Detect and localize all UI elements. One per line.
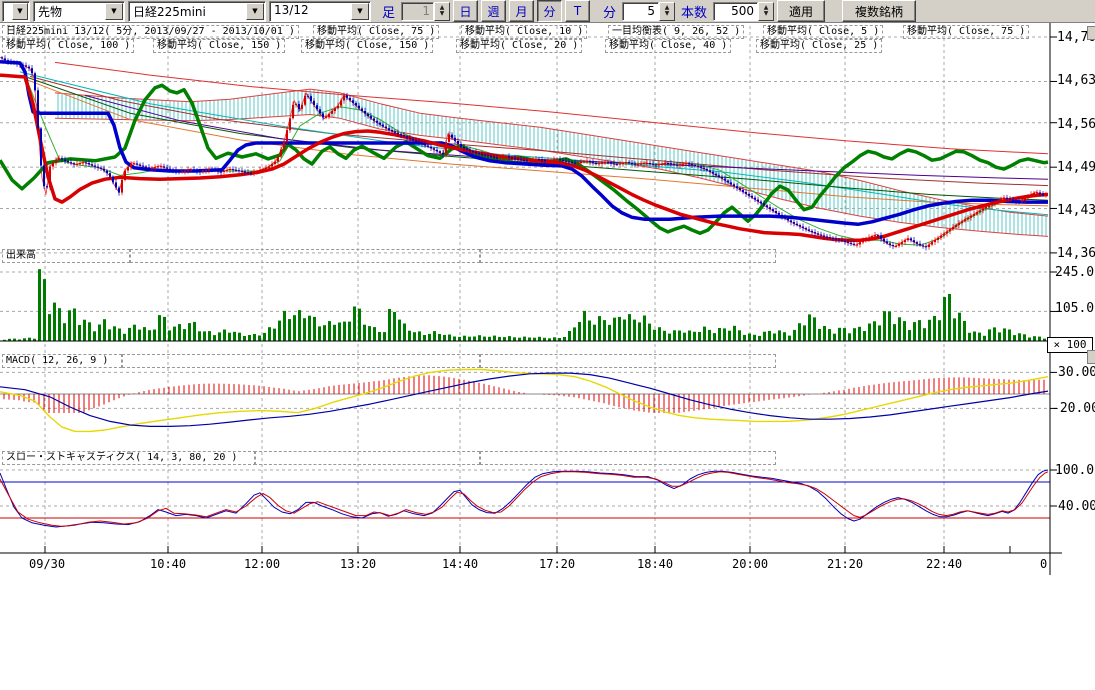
legend-ma75b: 移動平均( Close, 75 ) [903, 25, 1029, 39]
timeframe-stepper-value: 1 [401, 2, 434, 21]
spinner-arrows-icon[interactable]: ▲▼ [434, 2, 450, 21]
price-axis-label: 14,360 [1057, 247, 1095, 260]
mini-combobox[interactable]: ▼ [2, 1, 30, 22]
volume-axis-label: 245.00 [1055, 266, 1095, 279]
timeframe-label: 足 [382, 2, 395, 21]
chart-canvas[interactable] [0, 23, 1095, 577]
legend-ma10: 移動平均( Close, 10 ) [461, 25, 587, 39]
empty-legend-cell [480, 354, 776, 368]
price-axis-label: 14,565 [1057, 118, 1095, 131]
period-minute-button[interactable]: 分 [537, 0, 562, 22]
legend-ma25: 移動平均( Close, 25 ) [756, 39, 882, 53]
time-axis-label: 0 [1040, 558, 1047, 570]
period-month-button[interactable]: 月 [509, 0, 534, 22]
timeframe-stepper[interactable]: 1 ▲▼ [401, 2, 450, 21]
panel-resize-handle[interactable] [1087, 350, 1095, 364]
bar-count-stepper[interactable]: 500 ▲▼ [713, 2, 774, 21]
minute-stepper[interactable]: 5 ▲▼ [622, 2, 675, 21]
legend-ma150b: 移動平均( Close, 150 ) [301, 39, 433, 53]
apply-button[interactable]: 適用 [777, 0, 825, 22]
macd-axis-label: 30.00 [1058, 366, 1095, 379]
legend-chart-title: 日経225mini 13/12( 5分, 2013/09/27 - 2013/1… [2, 25, 299, 39]
volume-axis-label: 105.00 [1055, 302, 1095, 315]
price-axis-label: 14,430 [1057, 204, 1095, 217]
empty-legend-cell [480, 249, 776, 263]
legend-ma75: 移動平均( Close, 75 ) [313, 25, 439, 39]
empty-legend-cell [130, 249, 480, 263]
legend-ma20: 移動平均( Close, 20 ) [456, 39, 582, 53]
empty-legend-cell [480, 451, 776, 465]
market-combobox[interactable]: 先物 ▼ [33, 1, 125, 22]
spinner-arrows-icon[interactable]: ▲▼ [659, 2, 675, 21]
stoch-axis-label: 40.00 [1058, 500, 1095, 513]
empty-legend-cell [122, 354, 480, 368]
legend-ma100: 移動平均( Close, 100 ) [2, 39, 134, 53]
time-axis-label: 22:40 [926, 558, 962, 570]
volume-panel-label: 出来高 [2, 249, 130, 263]
chevron-down-icon[interactable]: ▼ [105, 3, 123, 20]
panel-resize-handle[interactable] [1087, 26, 1095, 40]
contract-combobox[interactable]: 13/12 ▼ [269, 1, 371, 22]
chevron-down-icon[interactable]: ▼ [246, 3, 264, 20]
period-tick-button[interactable]: T [565, 0, 590, 22]
minute-stepper-value: 5 [622, 2, 659, 21]
stoch-panel-label: スロー・ストキャスティクス( 14, 3, 80, 20 ) [2, 451, 256, 465]
legend-ma5: 移動平均( Close, 5 ) [763, 25, 883, 39]
minute-label: 分 [603, 2, 616, 21]
price-axis-label: 14,630 [1057, 74, 1095, 87]
time-axis-label: 20:00 [732, 558, 768, 570]
symbol-combobox-value: 日経225mini [129, 2, 245, 21]
bar-count-label: 本数 [681, 2, 707, 21]
time-axis-label: 10:40 [150, 558, 186, 570]
legend-ichimoku: 一目均衡表( 9, 26, 52 ) [608, 25, 744, 39]
multi-symbol-button[interactable]: 複数銘柄 [842, 0, 916, 22]
market-combobox-value: 先物 [34, 2, 104, 21]
chevron-down-icon[interactable]: ▼ [351, 3, 369, 20]
time-axis-label: 13:20 [340, 558, 376, 570]
time-axis-label: 21:20 [827, 558, 863, 570]
mini-combobox-value [3, 2, 11, 21]
time-axis-label: 09/30 [29, 558, 65, 570]
time-axis-label: 17:20 [539, 558, 575, 570]
price-axis-label: 14,495 [1057, 161, 1095, 174]
trading-chart-window: ▼ 先物 ▼ 日経225mini ▼ 13/12 ▼ 足 1 ▲▼ 日 週 月 … [0, 0, 1095, 690]
legend-ma40: 移動平均( Close, 40 ) [605, 39, 731, 53]
macd-panel-label: MACD( 12, 26, 9 ) [2, 354, 122, 368]
time-axis-label: 14:40 [442, 558, 478, 570]
legend-ma150: 移動平均( Close, 150 ) [153, 39, 285, 53]
stoch-axis-label: 100.00 [1055, 464, 1095, 477]
symbol-combobox[interactable]: 日経225mini ▼ [128, 1, 266, 22]
time-axis-label: 12:00 [244, 558, 280, 570]
contract-combobox-value: 13/12 [270, 2, 350, 21]
toolbar: ▼ 先物 ▼ 日経225mini ▼ 13/12 ▼ 足 1 ▲▼ 日 週 月 … [0, 0, 1095, 23]
period-day-button[interactable]: 日 [453, 0, 478, 22]
time-axis-label: 18:40 [637, 558, 673, 570]
chevron-down-icon[interactable]: ▼ [12, 3, 28, 20]
empty-legend-cell [254, 451, 480, 465]
bar-count-stepper-value: 500 [713, 2, 758, 21]
period-week-button[interactable]: 週 [481, 0, 506, 22]
spinner-arrows-icon[interactable]: ▲▼ [758, 2, 774, 21]
macd-axis-label: -20.00 [1052, 402, 1095, 415]
